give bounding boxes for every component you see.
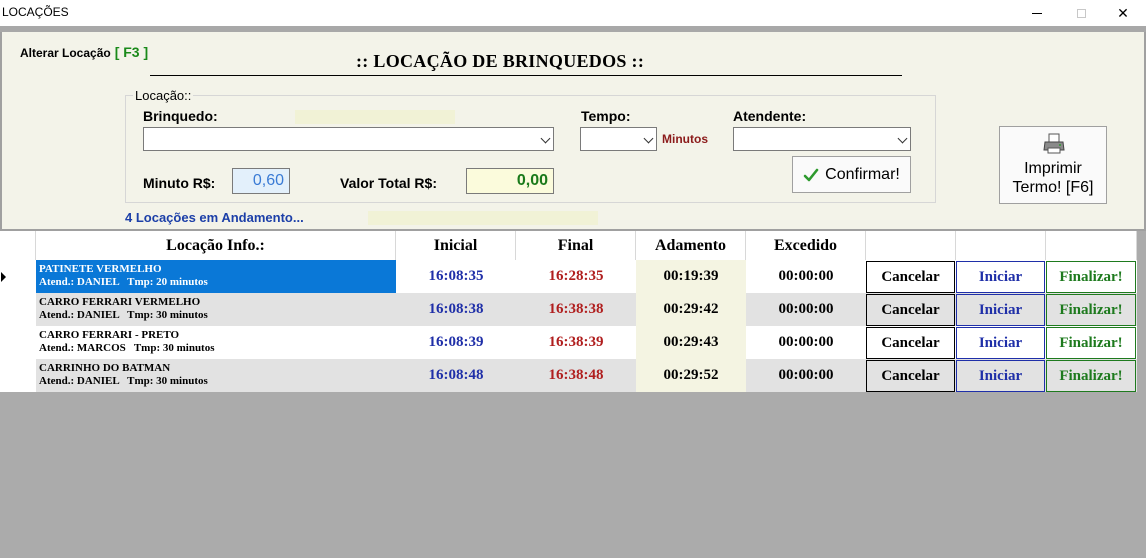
table-row[interactable]: PATINETE VERMELHO Atend.: DANIEL Tmp: 20… xyxy=(0,260,1137,293)
print-label-line2: Termo! [F6] xyxy=(1012,179,1094,196)
close-icon: ✕ xyxy=(1117,4,1129,21)
toy-name: PATINETE VERMELHO xyxy=(39,263,162,275)
tempo-select[interactable] xyxy=(580,127,657,151)
rental-info-cell[interactable]: CARRO FERRARI - PRETO Atend.: MARCOS Tmp… xyxy=(36,326,396,359)
andamento-cell[interactable]: 00:29:43 xyxy=(636,326,746,359)
finalizar-button[interactable]: Finalizar! xyxy=(1046,360,1136,392)
status-text: 4 Locações em Andamento... xyxy=(125,210,304,225)
chevron-down-icon xyxy=(643,133,654,144)
close-button[interactable]: ✕ xyxy=(1102,0,1144,26)
inicial-cell[interactable]: 16:08:48 xyxy=(396,359,516,392)
excedido-cell[interactable]: 00:00:00 xyxy=(746,326,866,359)
column-header-iniciar xyxy=(956,231,1046,260)
title-underline xyxy=(150,75,902,76)
rental-info-cell[interactable]: PATINETE VERMELHO Atend.: DANIEL Tmp: 20… xyxy=(36,260,396,293)
andamento-cell[interactable]: 00:29:42 xyxy=(636,293,746,326)
brinquedo-hint-area xyxy=(295,110,455,124)
print-term-button[interactable]: Imprimir Termo! [F6] xyxy=(999,126,1107,204)
row-header[interactable] xyxy=(0,359,36,392)
cancel-button[interactable]: Cancelar xyxy=(866,327,955,359)
iniciar-button[interactable]: Iniciar xyxy=(956,261,1045,293)
locacao-group-label: Locação:: xyxy=(133,88,194,103)
inicial-cell[interactable]: 16:08:35 xyxy=(396,260,516,293)
page-title: :: LOCAÇÃO DE BRINQUEDOS :: xyxy=(356,51,645,71)
tempo-unit-label: Minutos xyxy=(662,132,708,146)
title-bar: LOCAÇÕES ✕ xyxy=(0,0,1146,26)
final-cell[interactable]: 16:28:35 xyxy=(516,260,636,293)
table-row[interactable]: CARRO FERRARI - PRETO Atend.: MARCOS Tmp… xyxy=(0,326,1137,359)
alterar-locacao-link[interactable]: Alterar Locação[ F3 ] xyxy=(20,44,148,60)
finalizar-button[interactable]: Finalizar! xyxy=(1046,261,1136,293)
status-hint-area xyxy=(368,211,598,225)
column-header-finalizar xyxy=(1046,231,1137,260)
column-header-andamento[interactable]: Adamento xyxy=(636,231,746,260)
grid-header: Locação Info.: Inicial Final Adamento Ex… xyxy=(0,231,1137,260)
cancel-button[interactable]: Cancelar xyxy=(866,261,955,293)
excedido-cell[interactable]: 00:00:00 xyxy=(746,359,866,392)
iniciar-button[interactable]: Iniciar xyxy=(956,360,1045,392)
inicial-cell[interactable]: 16:08:38 xyxy=(396,293,516,326)
row-header[interactable] xyxy=(0,293,36,326)
print-label-line1: Imprimir xyxy=(1024,160,1082,177)
column-header-cancel xyxy=(866,231,956,260)
iniciar-button[interactable]: Iniciar xyxy=(956,327,1045,359)
toy-name: CARRINHO DO BATMAN xyxy=(39,362,171,374)
printer-icon xyxy=(1043,133,1065,154)
row-header[interactable] xyxy=(0,260,36,293)
toy-name: CARRO FERRARI VERMELHO xyxy=(39,296,201,308)
column-header-excedido[interactable]: Excedido xyxy=(746,231,866,260)
column-header-final[interactable]: Final xyxy=(516,231,636,260)
toy-name: CARRO FERRARI - PRETO xyxy=(39,329,180,341)
row-pointer-icon xyxy=(1,272,6,282)
excedido-cell[interactable]: 00:00:00 xyxy=(746,293,866,326)
final-cell[interactable]: 16:38:39 xyxy=(516,326,636,359)
atendente-label: Atendente: xyxy=(733,108,807,124)
rental-info-cell[interactable]: CARRINHO DO BATMAN Atend.: DANIEL Tmp: 3… xyxy=(36,359,396,392)
final-cell[interactable]: 16:38:38 xyxy=(516,293,636,326)
excedido-cell[interactable]: 00:00:00 xyxy=(746,260,866,293)
maximize-icon xyxy=(1076,8,1086,18)
alterar-shortcut: [ F3 ] xyxy=(114,44,149,60)
chevron-down-icon xyxy=(540,133,551,144)
rental-info-cell[interactable]: CARRO FERRARI VERMELHO Atend.: DANIEL Tm… xyxy=(36,293,396,326)
cancel-button[interactable]: Cancelar xyxy=(866,294,955,326)
tempo-label: Tempo: xyxy=(581,108,631,124)
rental-form-panel: Alterar Locação[ F3 ] :: LOCAÇÃO DE BRIN… xyxy=(0,32,1146,231)
alterar-locacao-label: Alterar Locação xyxy=(20,46,111,60)
inicial-cell[interactable]: 16:08:39 xyxy=(396,326,516,359)
iniciar-button[interactable]: Iniciar xyxy=(956,294,1045,326)
rental-details: Atend.: DANIEL Tmp: 30 minutos xyxy=(39,375,208,387)
table-row[interactable]: CARRINHO DO BATMAN Atend.: DANIEL Tmp: 3… xyxy=(0,359,1137,392)
rental-details: Atend.: DANIEL Tmp: 20 minutos xyxy=(39,276,208,288)
confirm-label: Confirmar! xyxy=(825,165,900,183)
valor-total-label: Valor Total R$: xyxy=(340,175,437,191)
minimize-icon xyxy=(1032,12,1042,14)
finalizar-button[interactable]: Finalizar! xyxy=(1046,294,1136,326)
valor-total-field[interactable]: 0,00 xyxy=(466,168,554,194)
andamento-cell[interactable]: 00:19:39 xyxy=(636,260,746,293)
rental-details: Atend.: DANIEL Tmp: 30 minutos xyxy=(39,309,208,321)
minuto-value-field[interactable]: 0,60 xyxy=(232,168,290,194)
column-header-inicial[interactable]: Inicial xyxy=(396,231,516,260)
maximize-button xyxy=(1060,0,1102,26)
cancel-button[interactable]: Cancelar xyxy=(866,360,955,392)
check-icon xyxy=(803,168,819,181)
window-title: LOCAÇÕES xyxy=(2,5,69,19)
brinquedo-select[interactable] xyxy=(143,127,554,151)
andamento-cell[interactable]: 00:29:52 xyxy=(636,359,746,392)
minuto-label: Minuto R$: xyxy=(143,175,216,191)
atendente-select[interactable] xyxy=(733,127,911,151)
brinquedo-label: Brinquedo: xyxy=(143,108,218,124)
confirm-button[interactable]: Confirmar! xyxy=(792,156,911,193)
table-row[interactable]: CARRO FERRARI VERMELHO Atend.: DANIEL Tm… xyxy=(0,293,1137,326)
rental-details: Atend.: MARCOS Tmp: 30 minutos xyxy=(39,342,215,354)
finalizar-button[interactable]: Finalizar! xyxy=(1046,327,1136,359)
chevron-down-icon xyxy=(897,133,908,144)
row-header-corner xyxy=(0,231,36,260)
minimize-button[interactable] xyxy=(1016,0,1058,26)
row-header[interactable] xyxy=(0,326,36,359)
final-cell[interactable]: 16:38:48 xyxy=(516,359,636,392)
column-header-info[interactable]: Locação Info.: xyxy=(36,231,396,260)
